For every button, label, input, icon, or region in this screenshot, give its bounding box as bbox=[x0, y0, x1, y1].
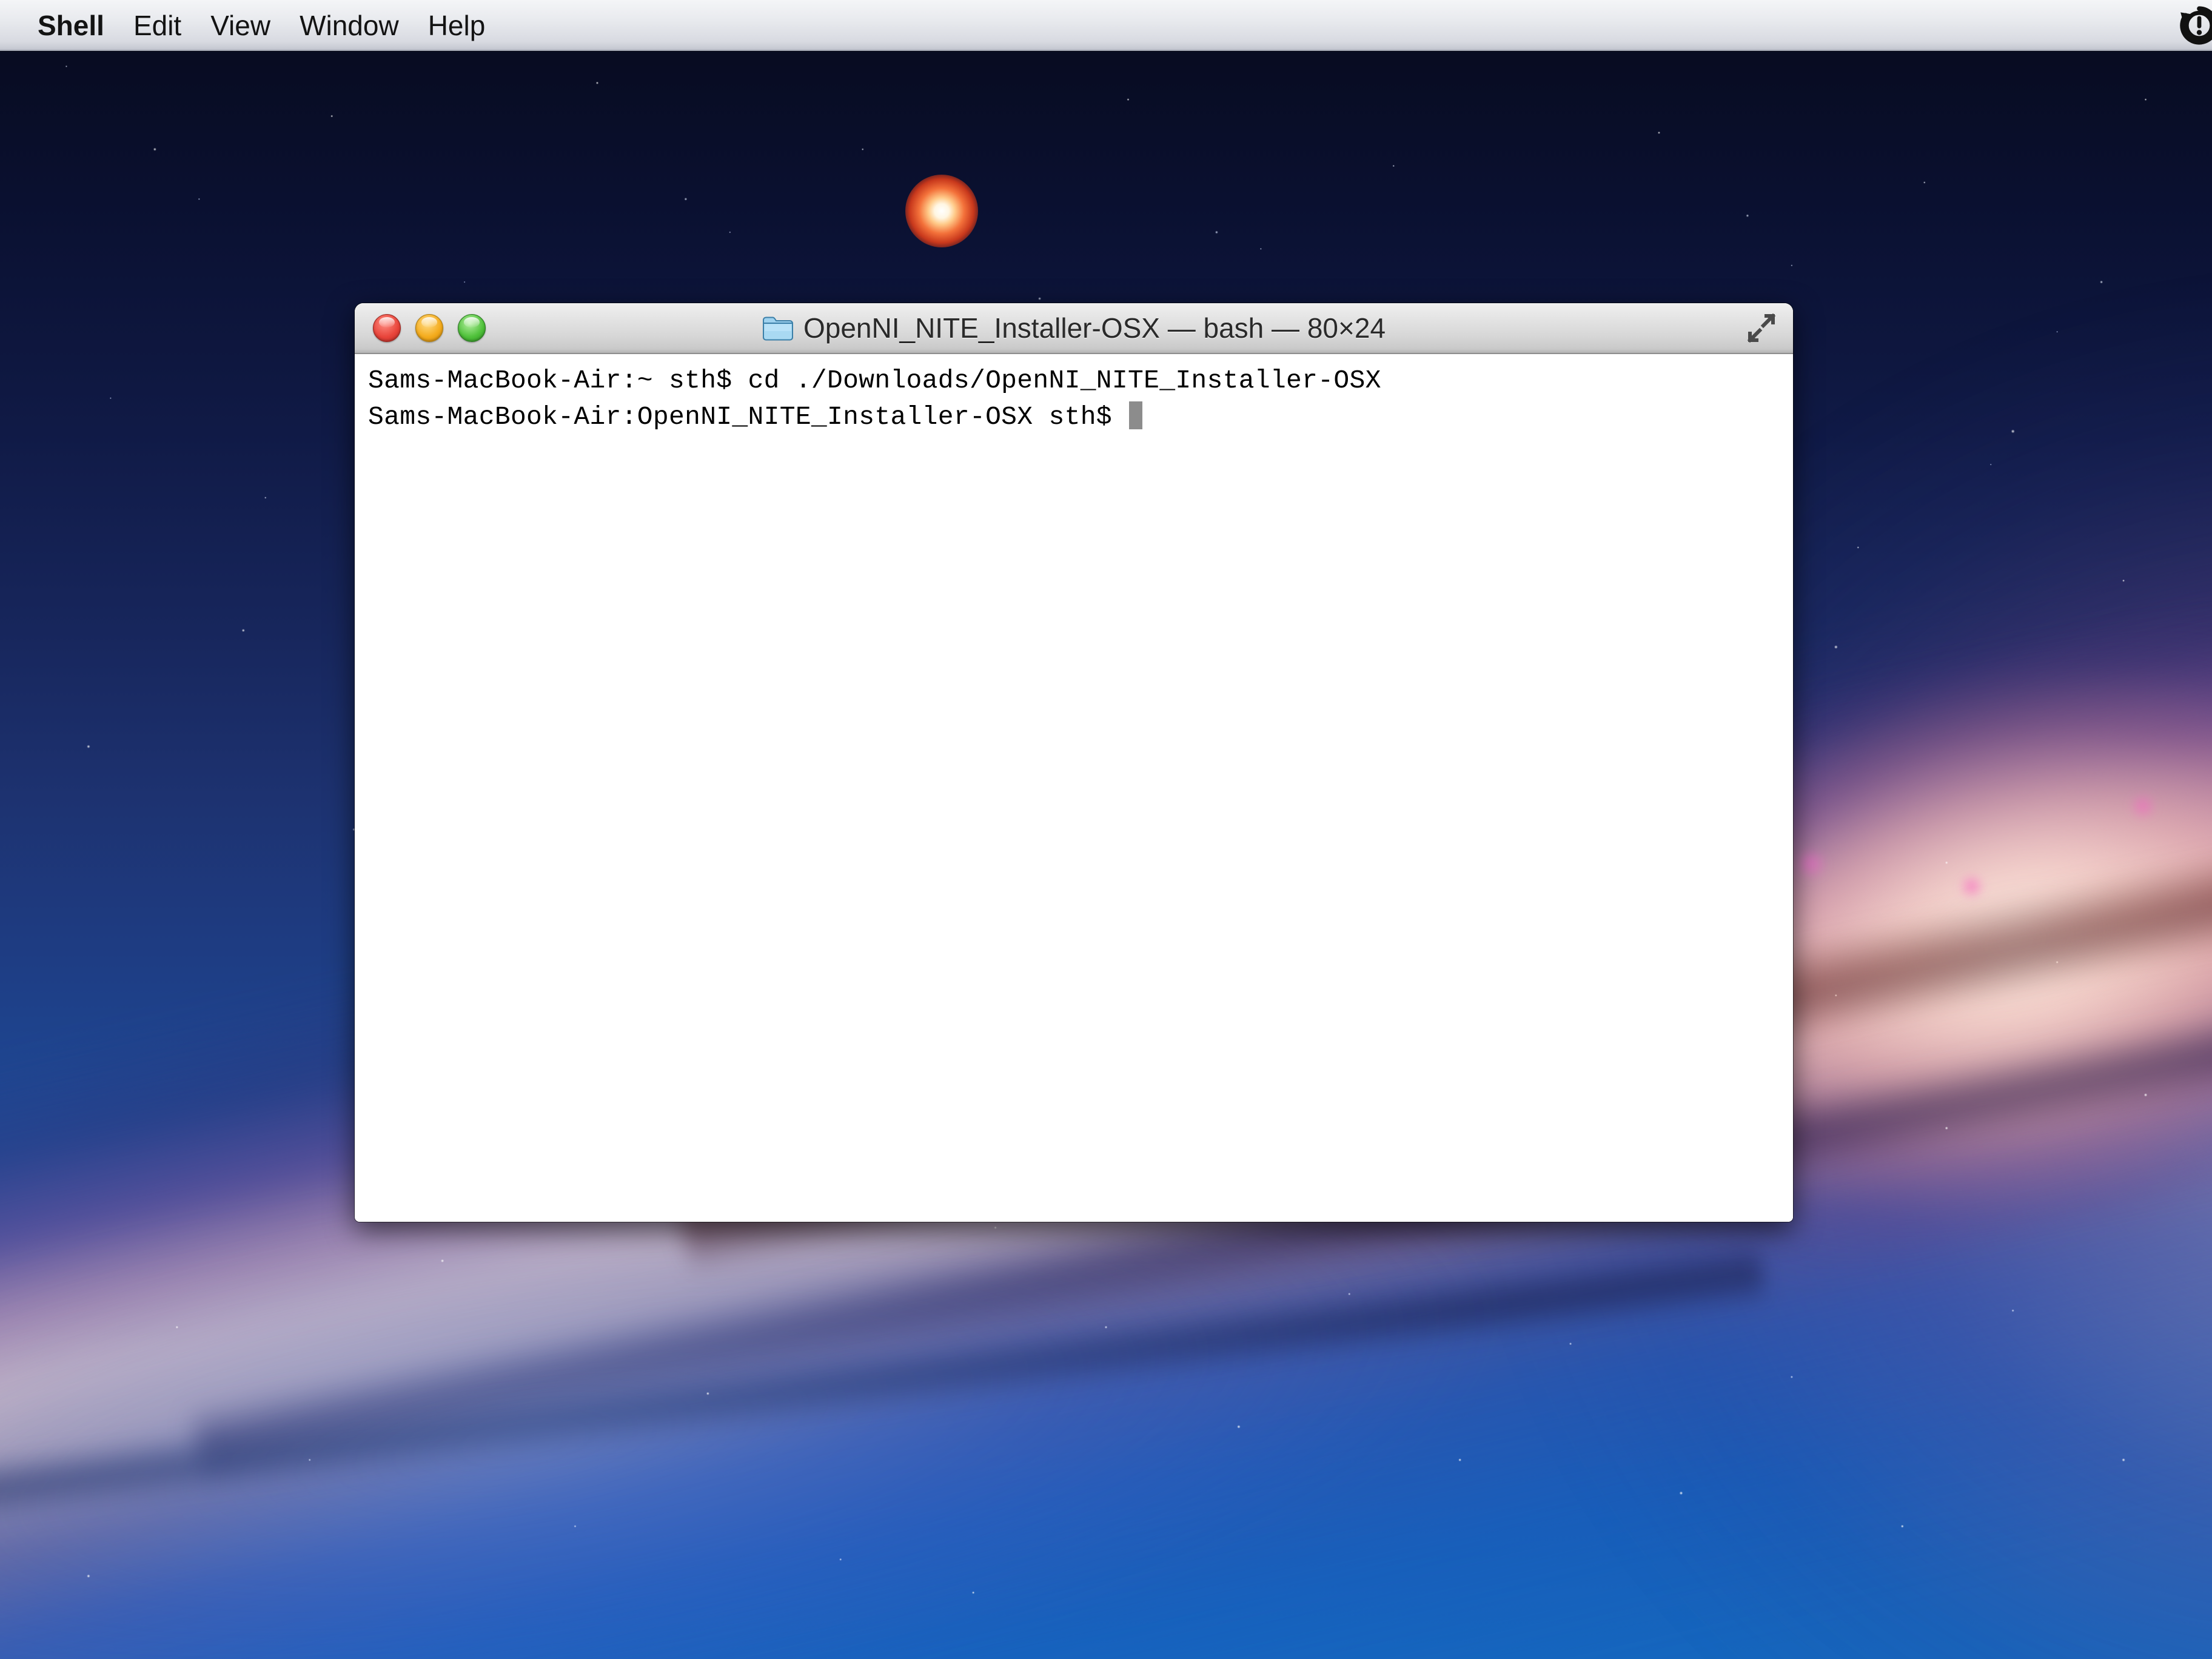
title-group: OpenNI_NITE_Installer-OSX — bash — 80×24 bbox=[355, 312, 1793, 344]
terminal-cursor bbox=[1129, 401, 1143, 429]
menu-bar-items: Shell Edit View Window Help bbox=[0, 0, 500, 51]
minimize-button[interactable] bbox=[415, 314, 443, 342]
terminal-line: Sams-MacBook-Air:~ sth$ cd ./Downloads/O… bbox=[368, 366, 1381, 395]
menu-help[interactable]: Help bbox=[414, 0, 500, 51]
mac-menu-bar: Shell Edit View Window Help bbox=[0, 0, 2212, 51]
menu-edit[interactable]: Edit bbox=[119, 0, 196, 51]
menu-shell[interactable]: Shell bbox=[23, 0, 119, 51]
red-giant-star bbox=[905, 175, 978, 247]
window-title: OpenNI_NITE_Installer-OSX — bash — 80×24 bbox=[803, 312, 1386, 344]
folder-icon bbox=[762, 317, 793, 341]
terminal-window[interactable]: OpenNI_NITE_Installer-OSX — bash — 80×24… bbox=[355, 303, 1793, 1222]
window-controls bbox=[355, 314, 486, 342]
terminal-prompt-text: Sams-MacBook-Air:OpenNI_NITE_Installer-O… bbox=[368, 402, 1128, 432]
fullscreen-button[interactable] bbox=[1744, 311, 1778, 345]
fullscreen-arrows-icon bbox=[1747, 313, 1776, 343]
desktop-screen: Shell Edit View Window Help OpenNI_NITE_… bbox=[0, 0, 2212, 1659]
zoom-button[interactable] bbox=[458, 314, 486, 342]
terminal-title-bar[interactable]: OpenNI_NITE_Installer-OSX — bash — 80×24 bbox=[355, 303, 1793, 354]
terminal-output-area[interactable]: Sams-MacBook-Air:~ sth$ cd ./Downloads/O… bbox=[355, 354, 1793, 1222]
time-machine-alert-icon[interactable] bbox=[2177, 3, 2212, 48]
close-button[interactable] bbox=[373, 314, 401, 342]
menu-view[interactable]: View bbox=[196, 0, 285, 51]
menu-bar-status-area bbox=[2177, 3, 2212, 48]
menu-window[interactable]: Window bbox=[285, 0, 414, 51]
terminal-prompt-line: Sams-MacBook-Air:OpenNI_NITE_Installer-O… bbox=[368, 399, 1793, 435]
